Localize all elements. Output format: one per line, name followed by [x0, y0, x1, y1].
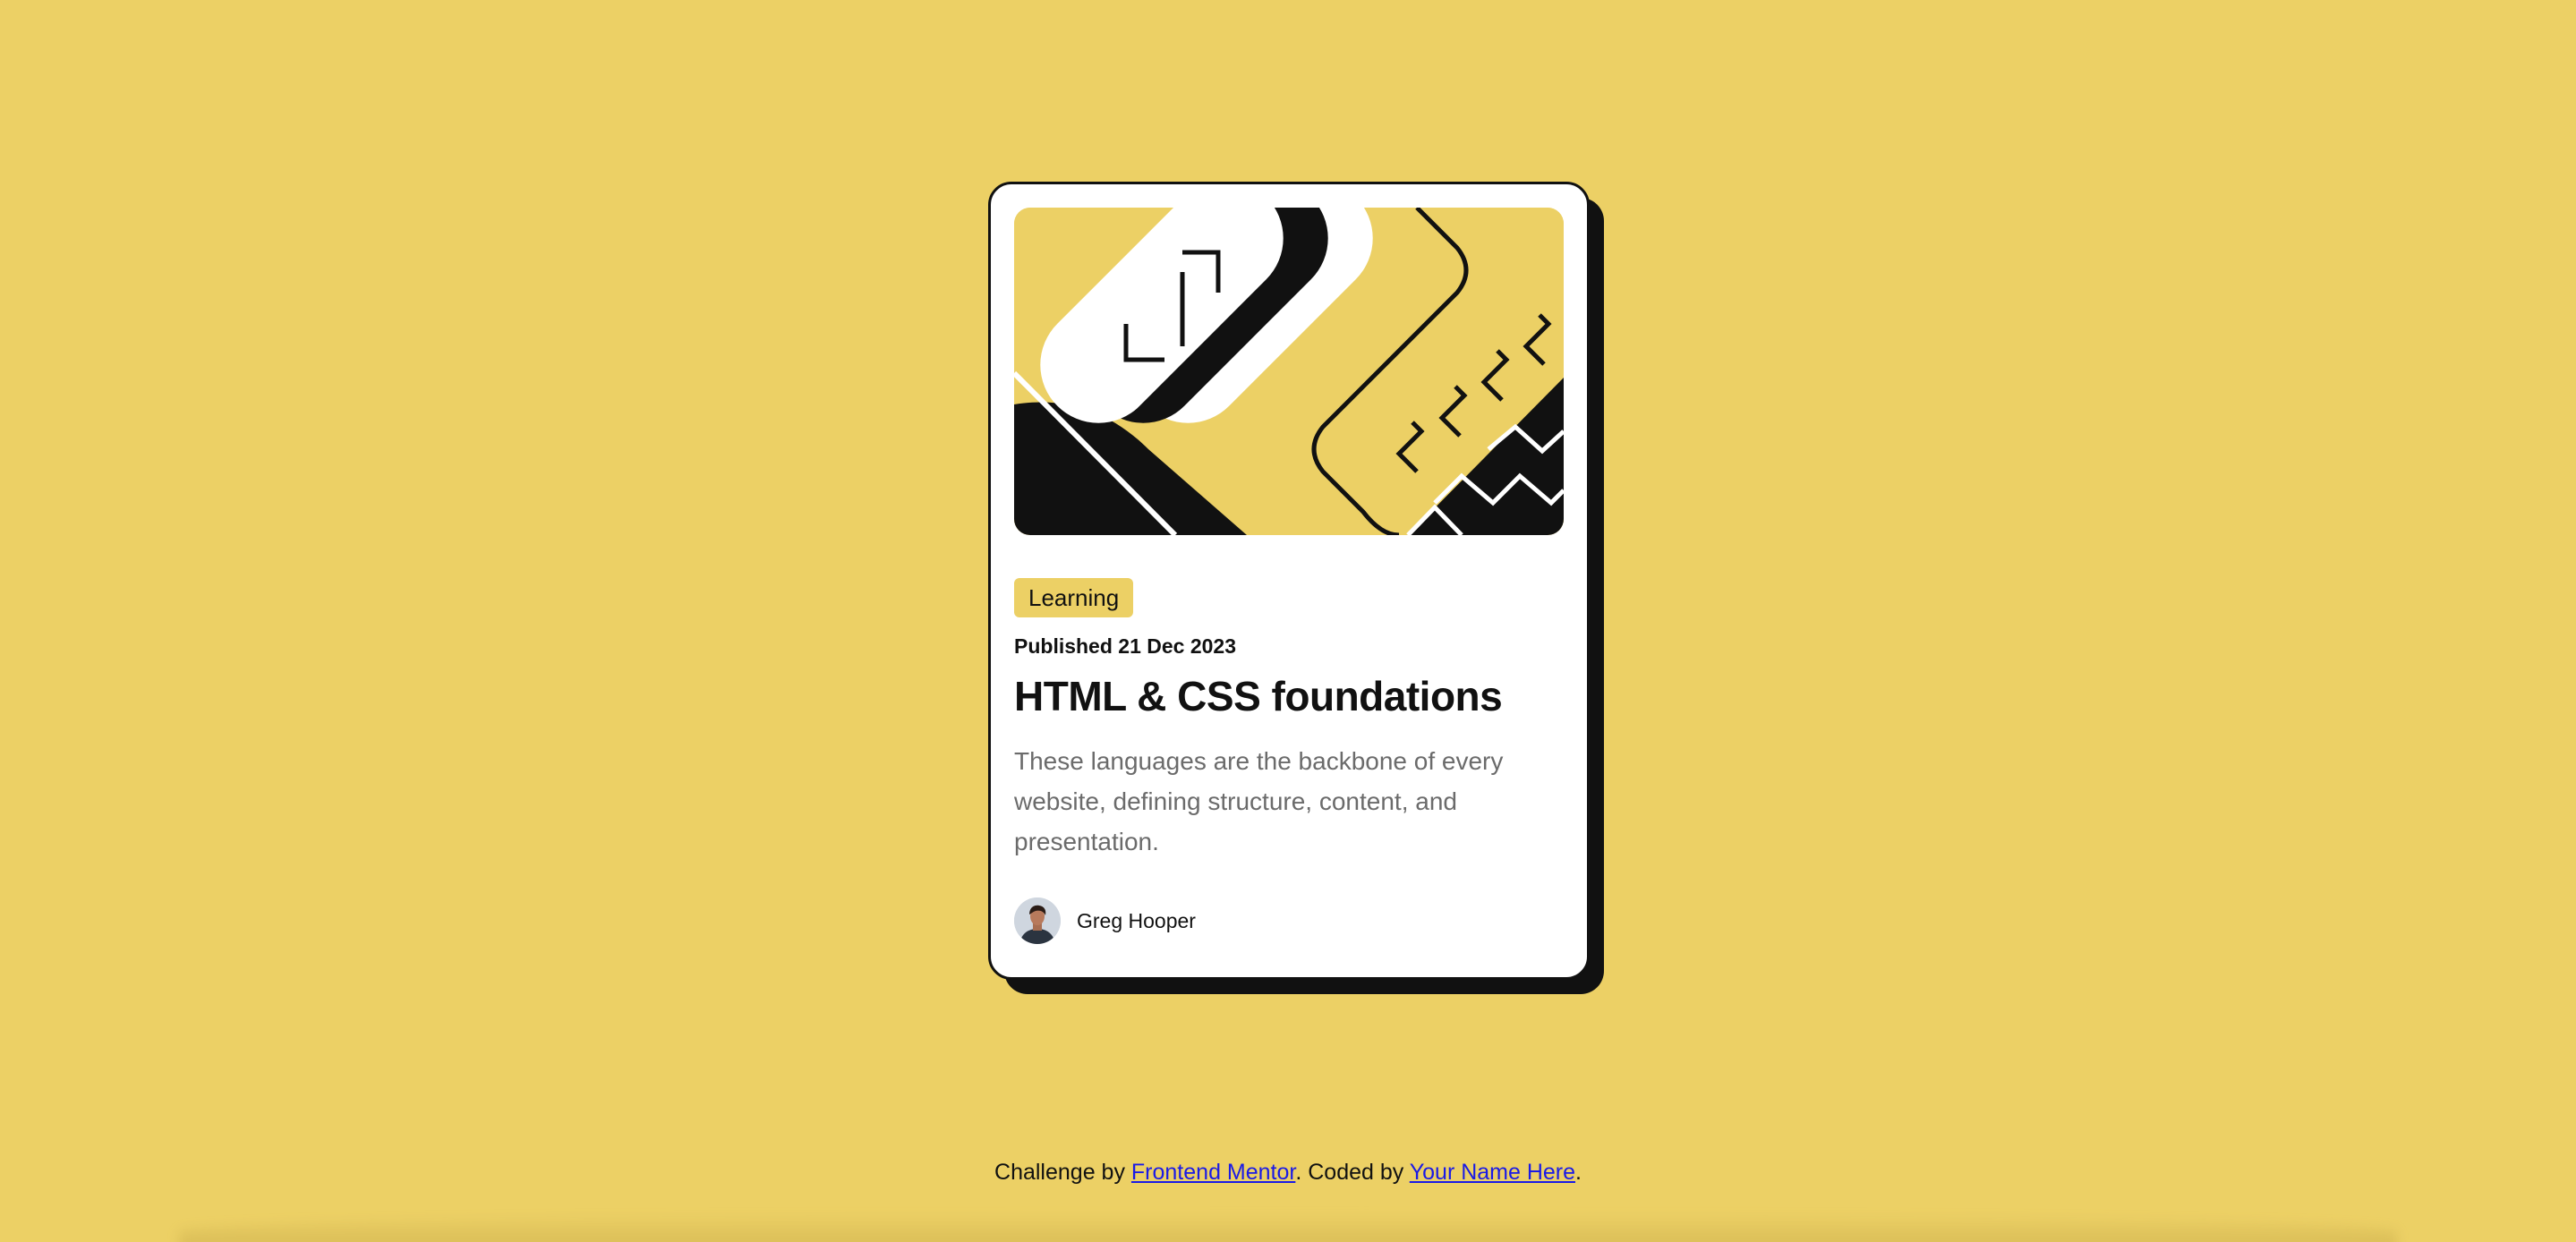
author-name: Greg Hooper	[1077, 908, 1196, 932]
frontend-mentor-link[interactable]: Frontend Mentor	[1131, 1160, 1295, 1185]
category-tag: Learning	[1014, 578, 1134, 617]
card[interactable]: Learning Published 21 Dec 2023 HTML & CS…	[988, 182, 1590, 980]
card-description: These languages are the backbone of ever…	[1014, 747, 1504, 855]
page: Learning Published 21 Dec 2023 HTML & CS…	[0, 0, 2576, 1242]
hero-illustration	[1014, 208, 1564, 535]
attribution-suffix: .	[1575, 1160, 1582, 1185]
author: Greg Hooper	[1014, 896, 1196, 946]
attribution-footer: Challenge by Frontend Mentor. Coded by Y…	[0, 1160, 2576, 1186]
blog-preview-card: Learning Published 21 Dec 2023 HTML & CS…	[988, 182, 1604, 994]
attribution-middle: . Coded by	[1295, 1160, 1410, 1185]
author-link[interactable]: Your Name Here	[1410, 1160, 1575, 1185]
abstract-illustration-icon	[1014, 208, 1564, 535]
person-avatar-icon	[1014, 897, 1061, 944]
card-title[interactable]: HTML & CSS foundations	[1014, 672, 1503, 720]
bottom-shadow	[179, 1213, 2397, 1242]
published-date: Published 21 Dec 2023	[1014, 634, 1237, 658]
attribution-prefix: Challenge by	[994, 1160, 1131, 1185]
